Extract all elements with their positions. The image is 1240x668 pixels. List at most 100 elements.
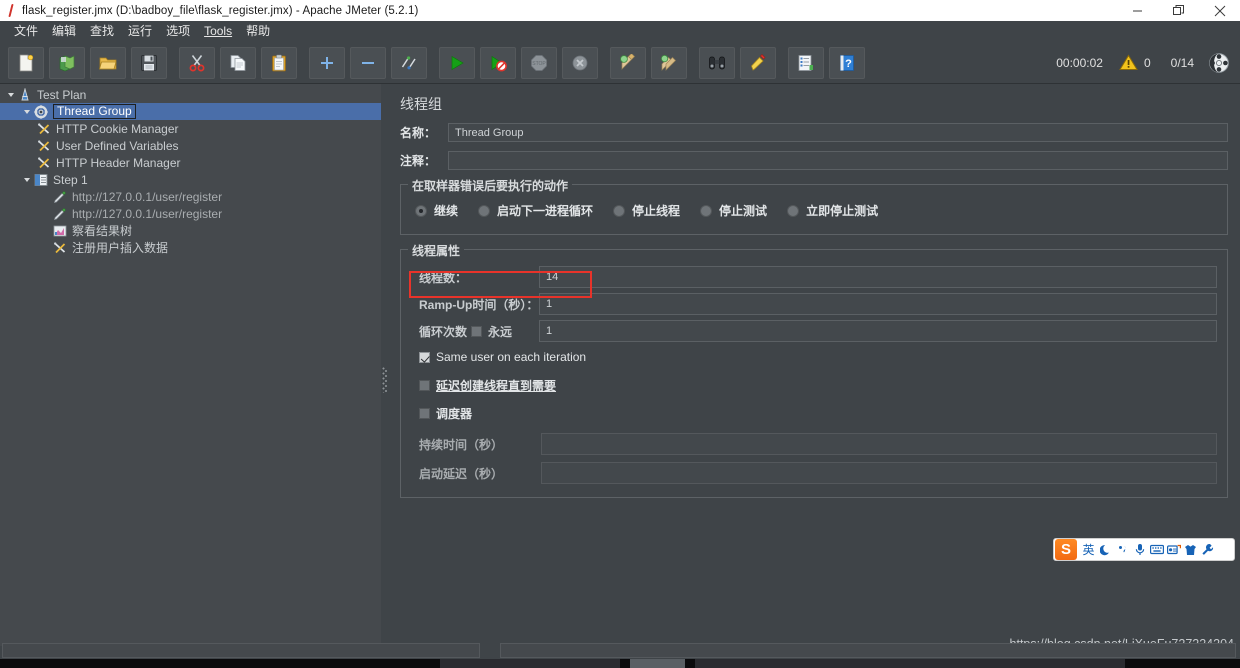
tree-node-test-plan[interactable]: Test Plan bbox=[0, 86, 381, 103]
radio-stop-test-label: 停止测试 bbox=[719, 204, 768, 218]
radio-stop-test[interactable]: 停止测试 bbox=[700, 202, 767, 219]
page-title: 线程组 bbox=[400, 96, 442, 112]
expand-all-button[interactable] bbox=[309, 46, 345, 79]
open-button[interactable] bbox=[90, 46, 126, 79]
comment-input[interactable] bbox=[448, 151, 1228, 170]
skin-icon bbox=[1185, 544, 1196, 555]
function-helper-button[interactable] bbox=[788, 46, 824, 79]
wrench-icon bbox=[1202, 543, 1214, 555]
radio-stop-test-now[interactable]: 立即停止测试 bbox=[787, 202, 878, 219]
delay-thread-check-indicator[interactable] bbox=[419, 379, 430, 391]
menu-file[interactable]: 文件 bbox=[7, 21, 45, 42]
panel-splitter[interactable] bbox=[381, 84, 388, 646]
templates-icon bbox=[59, 54, 75, 71]
radio-stop-test-indicator[interactable] bbox=[700, 204, 713, 217]
minimize-button[interactable] bbox=[1117, 0, 1158, 21]
jmeter-window: flask_register.jmx (D:\badboy_file\flask… bbox=[0, 0, 1240, 668]
radio-stop-thread[interactable]: 停止线程 bbox=[613, 202, 680, 219]
clear-button[interactable] bbox=[610, 46, 646, 79]
search-button[interactable] bbox=[699, 46, 735, 79]
copy-pages-icon bbox=[230, 54, 246, 71]
name-input[interactable]: Thread Group bbox=[448, 123, 1228, 142]
globe-remote-icon[interactable] bbox=[1208, 52, 1230, 74]
radio-stop-test-now-indicator[interactable] bbox=[787, 204, 800, 217]
ime-punctuation-toggle[interactable] bbox=[1114, 539, 1131, 560]
scheduler-check-indicator[interactable] bbox=[419, 407, 430, 419]
menu-tools[interactable]: Tools bbox=[197, 21, 239, 42]
tree-node-http-header-manager[interactable]: HTTP Header Manager bbox=[0, 154, 381, 171]
new-test-plan-button[interactable] bbox=[8, 46, 44, 79]
menu-edit[interactable]: 编辑 bbox=[45, 21, 83, 42]
reset-search-button[interactable] bbox=[740, 46, 776, 79]
help-book-icon: ? bbox=[840, 54, 854, 71]
help-button[interactable]: ? bbox=[829, 46, 865, 79]
startup-delay-input[interactable] bbox=[541, 462, 1217, 484]
stop-button[interactable]: STOP bbox=[521, 46, 557, 79]
status-field-left bbox=[2, 643, 480, 658]
tree-label: User Defined Variables bbox=[56, 138, 179, 153]
shutdown-button[interactable] bbox=[562, 46, 598, 79]
radio-continue-indicator[interactable] bbox=[415, 204, 427, 217]
plus-icon bbox=[321, 56, 333, 69]
ime-settings[interactable] bbox=[1199, 539, 1216, 560]
tree-node-http-sampler-1[interactable]: http://127.0.0.1/user/register bbox=[0, 188, 381, 205]
name-label: 名称： bbox=[400, 126, 437, 140]
templates-button[interactable] bbox=[49, 46, 85, 79]
radio-start-next-loop-label: 启动下一进程循环 bbox=[497, 204, 594, 218]
same-user-checkbox[interactable]: Same user on each iteration bbox=[411, 343, 1217, 371]
expand-toggle-step-1[interactable] bbox=[20, 171, 33, 188]
tree-label: Thread Group bbox=[53, 104, 136, 119]
num-threads-input[interactable]: 14 bbox=[539, 266, 1217, 288]
radio-continue[interactable]: 继续 bbox=[415, 202, 458, 219]
on-sampler-error-group: 在取样器错误后要执行的动作 继续 启动下一进程循环 停止线程 停止测试 立即停止… bbox=[400, 177, 1228, 235]
tree-node-register-user-data[interactable]: 注册用户插入数据 bbox=[0, 239, 381, 256]
ime-mode-toggle[interactable] bbox=[1097, 539, 1114, 560]
duration-input[interactable] bbox=[541, 433, 1217, 455]
tree-label: Test Plan bbox=[37, 87, 87, 102]
radio-stop-thread-indicator[interactable] bbox=[613, 204, 626, 217]
tree-node-step-1[interactable]: Step 1 bbox=[0, 171, 381, 188]
start-no-pauses-button[interactable] bbox=[480, 46, 516, 79]
tree-node-user-defined-variables[interactable]: User Defined Variables bbox=[0, 137, 381, 154]
menu-options[interactable]: 选项 bbox=[159, 21, 197, 42]
radio-start-next-loop-indicator[interactable] bbox=[478, 204, 491, 217]
menu-run[interactable]: 运行 bbox=[121, 21, 159, 42]
menu-help[interactable]: 帮助 bbox=[239, 21, 277, 42]
menu-search[interactable]: 查找 bbox=[83, 21, 121, 42]
tree-node-http-cookie-manager[interactable]: HTTP Cookie Manager bbox=[0, 120, 381, 137]
duration-label: 持续时间（秒） bbox=[419, 437, 504, 452]
ime-voice-input[interactable] bbox=[1131, 539, 1148, 560]
same-user-check-indicator[interactable] bbox=[419, 351, 430, 363]
elapsed-timer: 00:00:02 bbox=[1056, 55, 1103, 70]
paste-button[interactable] bbox=[261, 46, 297, 79]
scheduler-checkbox[interactable]: 调度器 bbox=[411, 399, 1217, 427]
tree-label: http://127.0.0.1/user/register bbox=[72, 189, 223, 204]
ime-language-toggle[interactable]: 英 bbox=[1080, 539, 1097, 560]
splitter-grip[interactable] bbox=[382, 367, 387, 393]
start-button[interactable] bbox=[439, 46, 475, 79]
save-button[interactable] bbox=[131, 46, 167, 79]
maximize-restore-button[interactable] bbox=[1158, 0, 1199, 21]
tree-node-view-results-tree[interactable]: 察看结果树 bbox=[0, 222, 381, 239]
loop-count-input[interactable]: 1 bbox=[539, 320, 1217, 342]
ime-screenshot[interactable] bbox=[1165, 539, 1182, 560]
expand-toggle-thread-group[interactable] bbox=[20, 103, 33, 120]
expand-toggle-test-plan[interactable] bbox=[4, 86, 17, 103]
ime-soft-keyboard[interactable] bbox=[1148, 539, 1165, 560]
forever-check-indicator[interactable] bbox=[471, 325, 482, 337]
toggle-button[interactable] bbox=[391, 46, 427, 79]
forever-checkbox[interactable]: 永远 bbox=[471, 323, 539, 340]
radio-start-next-loop[interactable]: 启动下一进程循环 bbox=[478, 202, 593, 219]
ramp-up-row: Ramp-Up时间（秒）： 1 bbox=[411, 292, 1217, 316]
collapse-all-button[interactable] bbox=[350, 46, 386, 79]
delay-thread-creation-checkbox[interactable]: 延迟创建线程直到需要 bbox=[411, 371, 1217, 399]
copy-button[interactable] bbox=[220, 46, 256, 79]
clear-all-button[interactable] bbox=[651, 46, 687, 79]
close-button[interactable] bbox=[1199, 0, 1240, 21]
ime-skin[interactable] bbox=[1182, 539, 1199, 560]
cut-button[interactable] bbox=[179, 46, 215, 79]
ramp-up-input[interactable]: 1 bbox=[539, 293, 1217, 315]
ime-logo[interactable]: S bbox=[1055, 539, 1077, 560]
tree-node-thread-group[interactable]: Thread Group bbox=[0, 103, 381, 120]
tree-node-http-sampler-2[interactable]: http://127.0.0.1/user/register bbox=[0, 205, 381, 222]
